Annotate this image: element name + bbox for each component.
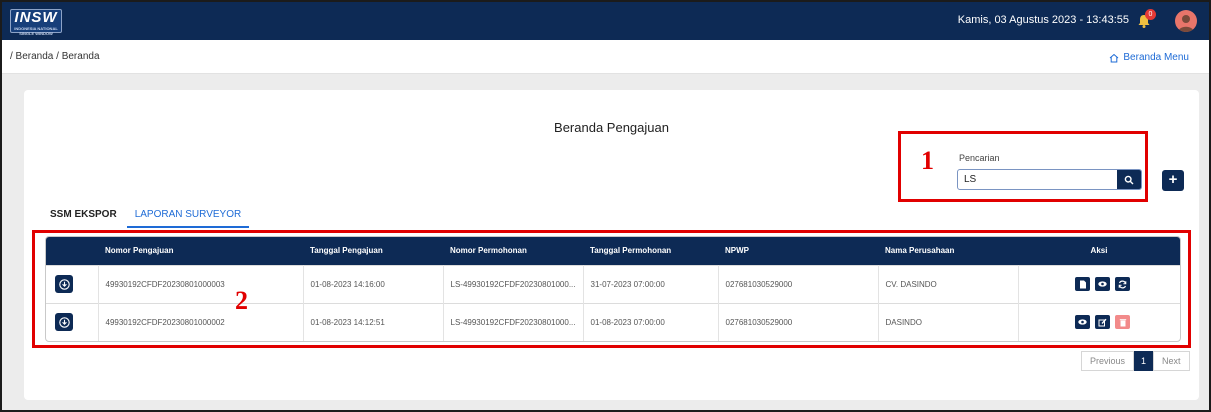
breadcrumb[interactable]: / Beranda / Beranda [10, 51, 100, 62]
tab-bar: SSM EKSPOR LAPORAN SURVEYOR [50, 209, 250, 228]
annotation-number-2: 2 [235, 286, 248, 315]
tab-ssm-ekspor[interactable]: SSM EKSPOR [50, 209, 127, 228]
insw-logo[interactable]: INSW INDONESIA NATIONAL SINGLE WINDOW [10, 9, 62, 36]
app-window: INSW INDONESIA NATIONAL SINGLE WINDOW Ka… [0, 0, 1211, 412]
beranda-menu-link[interactable]: Beranda Menu [1109, 52, 1189, 63]
logo-text: INSW [14, 9, 58, 26]
annotation-box-table [32, 230, 1191, 348]
datetime-display: Kamis, 03 Agustus 2023 - 13:43:55 [957, 14, 1129, 26]
tab-laporan-surveyor[interactable]: LAPORAN SURVEYOR [126, 209, 250, 228]
add-button[interactable]: + [1162, 170, 1184, 191]
notification-badge: 0 [1145, 9, 1156, 20]
pagination: Previous 1 Next [1081, 351, 1190, 371]
annotation-box-search [898, 131, 1148, 202]
logo-subtext: INDONESIA NATIONAL SINGLE WINDOW [14, 26, 58, 36]
user-avatar[interactable] [1175, 10, 1197, 32]
beranda-menu-label: Beranda Menu [1123, 52, 1189, 63]
annotation-number-1: 1 [921, 146, 934, 175]
user-avatar-icon [1178, 15, 1194, 32]
previous-page-button[interactable]: Previous [1081, 351, 1135, 371]
home-icon [1110, 53, 1119, 62]
current-page-button[interactable]: 1 [1134, 351, 1154, 371]
next-page-button[interactable]: Next [1153, 351, 1190, 371]
breadcrumb-bar: / Beranda / Beranda Beranda Menu [2, 40, 1209, 74]
top-navbar: INSW INDONESIA NATIONAL SINGLE WINDOW Ka… [2, 2, 1209, 40]
